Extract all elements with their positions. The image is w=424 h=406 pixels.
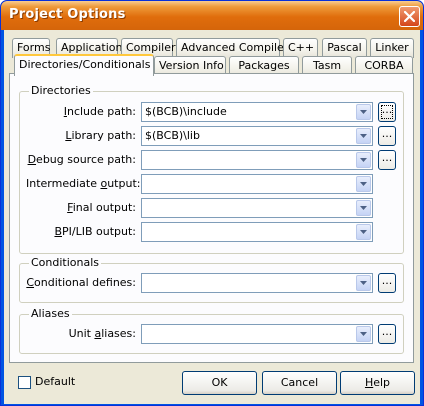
debug-source-path-dropdown[interactable] — [356, 152, 371, 168]
conditionals-group-label: Conditionals — [29, 256, 102, 269]
chevron-down-icon — [360, 158, 367, 162]
ellipsis-label: ... — [381, 151, 393, 164]
dialog-client-area: Forms Application Compiler Advanced Comp… — [4, 30, 420, 404]
ellipsis-label: ... — [381, 325, 393, 338]
tab-label: Tasm — [312, 59, 342, 72]
tab-linker[interactable]: Linker — [370, 38, 414, 58]
help-button-mnemonic: H — [364, 376, 374, 389]
conditional-defines-browse-button[interactable]: ... — [378, 273, 396, 293]
library-path-label: Library path: — [65, 129, 136, 142]
help-button-label: elp — [373, 376, 391, 389]
final-output-combo[interactable] — [141, 198, 373, 218]
intermediate-output-combo[interactable] — [141, 174, 373, 194]
library-path-value: $(BCB)\lib — [145, 129, 200, 142]
directories-group-label: Directories — [29, 84, 93, 97]
library-path-browse-button[interactable]: ... — [378, 126, 396, 146]
include-path-browse-button[interactable]: ... — [378, 102, 396, 122]
conditional-defines-combo[interactable] — [141, 273, 373, 293]
chevron-down-icon — [360, 332, 367, 336]
tab-label: Application — [61, 41, 123, 54]
include-path-combo[interactable]: $(BCB)\include — [141, 102, 373, 122]
conditional-defines-dropdown[interactable] — [356, 275, 371, 291]
bpi-lib-output-dropdown[interactable] — [356, 224, 371, 240]
tab-cpp[interactable]: C++ — [283, 38, 318, 58]
ok-button-label: OK — [211, 376, 228, 389]
tab-label: Directories/Conditionals — [19, 58, 151, 71]
tab-label: C++ — [288, 41, 315, 54]
tab-advanced-compiler[interactable]: Advanced Compiler — [176, 38, 288, 58]
unit-aliases-dropdown[interactable] — [356, 326, 371, 342]
default-checkbox[interactable] — [18, 376, 31, 389]
chevron-down-icon — [360, 110, 367, 114]
unit-aliases-combo[interactable] — [141, 324, 373, 344]
unit-aliases-label: Unit aliases: — [68, 327, 136, 340]
include-path-label: Include path: — [63, 105, 136, 118]
project-options-window: Project Options Forms Application Compil… — [0, 0, 424, 406]
tab-label: Advanced Compiler — [181, 41, 289, 54]
intermediate-output-dropdown[interactable] — [356, 176, 371, 192]
final-output-dropdown[interactable] — [356, 200, 371, 216]
bpi-lib-output-label: BPI/LIB output: — [54, 225, 136, 238]
debug-source-path-combo[interactable] — [141, 150, 373, 170]
library-path-dropdown[interactable] — [356, 128, 371, 144]
chevron-down-icon — [360, 281, 367, 285]
tab-label: Version Info — [159, 59, 224, 72]
debug-source-path-label: Debug source path: — [27, 153, 136, 166]
cancel-button[interactable]: Cancel — [262, 371, 337, 395]
tab-label: Packages — [238, 59, 290, 72]
tab-pascal[interactable]: Pascal — [322, 38, 367, 58]
cancel-button-label: Cancel — [280, 376, 319, 389]
tab-label: Forms — [17, 41, 51, 54]
window-title: Project Options — [9, 7, 126, 22]
intermediate-output-label: Intermediate output: — [26, 177, 141, 190]
tab-label: Pascal — [327, 41, 362, 54]
chevron-down-icon — [360, 134, 367, 138]
bpi-lib-output-combo[interactable] — [141, 222, 373, 242]
aliases-group-label: Aliases — [29, 307, 72, 320]
ellipsis-label: ... — [381, 274, 393, 287]
help-button[interactable]: Help — [340, 371, 415, 395]
chevron-down-icon — [360, 206, 367, 210]
final-output-label: Final output: — [67, 201, 136, 214]
unit-aliases-browse-button[interactable]: ... — [378, 324, 396, 344]
close-button[interactable] — [399, 6, 420, 27]
tab-label: CORBA — [364, 59, 404, 72]
include-path-dropdown[interactable] — [356, 104, 371, 120]
default-checkbox-label[interactable]: Default — [35, 375, 75, 388]
chevron-down-icon — [360, 230, 367, 234]
library-path-combo[interactable]: $(BCB)\lib — [141, 126, 373, 146]
conditional-defines-label: Conditional defines: — [26, 276, 136, 289]
ok-button[interactable]: OK — [182, 371, 257, 395]
close-icon — [404, 11, 415, 22]
chevron-down-icon — [360, 182, 367, 186]
ellipsis-label: ... — [381, 103, 393, 116]
tab-directories-conditionals[interactable]: Directories/Conditionals — [14, 54, 154, 76]
include-path-value: $(BCB)\include — [145, 105, 227, 118]
tab-panel: Directories Include path: $(BCB)\include… — [9, 73, 414, 363]
tab-label: Compiler — [126, 41, 176, 54]
ellipsis-label: ... — [381, 127, 393, 140]
title-bar[interactable]: Project Options — [1, 1, 423, 30]
tab-label: Linker — [375, 41, 409, 54]
debug-source-path-browse-button[interactable]: ... — [378, 150, 396, 170]
